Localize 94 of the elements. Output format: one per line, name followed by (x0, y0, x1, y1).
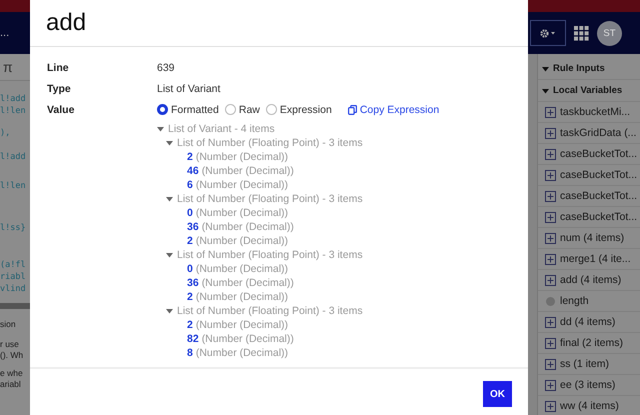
section-header[interactable]: Local Variables (538, 80, 640, 102)
expand-plus-icon (545, 316, 556, 328)
tree-leaf-value: 2 (Number (Decimal)) (187, 291, 288, 303)
variable-item[interactable]: ww (4 items) (538, 396, 640, 415)
tree-leaf-value: 2 (Number (Decimal)) (187, 151, 288, 163)
radio-option[interactable]: Raw (224, 104, 260, 116)
code-line: vlind (0, 283, 27, 295)
variable-item[interactable]: final (2 items) (538, 333, 640, 354)
tree-leaf-value: 46 (Number (Decimal)) (187, 165, 294, 177)
caret-icon[interactable] (166, 140, 173, 146)
variable-item[interactable]: num (4 items) (538, 228, 640, 249)
expand-plus-icon (545, 380, 556, 390)
tree-node-label: List of Number (Floating Point) - 3 items (177, 249, 363, 261)
radio-icon[interactable] (266, 104, 277, 115)
variable-item[interactable]: caseBucketTot... (538, 165, 640, 186)
code-line: l!ss} (0, 222, 27, 234)
ok-button[interactable]: OK (483, 381, 512, 407)
field-label: Value (47, 104, 76, 116)
settings-button[interactable] (530, 20, 566, 46)
variable-item[interactable]: add (4 items) (538, 270, 640, 291)
tree-node-label: List of Number (Floating Point) - 3 items (177, 193, 363, 205)
radio-option[interactable]: Expression (266, 104, 332, 116)
panel-handle[interactable] (528, 54, 538, 415)
code-line: l!len (0, 105, 27, 117)
radio-icon[interactable] (224, 104, 236, 115)
tree-node-label: List of Number (Floating Point) - 3 items (177, 305, 363, 317)
help-text: e whe (0, 368, 24, 379)
tree-leaf-value: 0 (Number (Decimal)) (187, 207, 288, 219)
code-line: riabl (0, 271, 27, 283)
tree-leaf-value: 82 (Number (Decimal)) (187, 333, 294, 345)
expand-plus-icon (545, 106, 556, 118)
app-grid-icon[interactable] (574, 26, 589, 40)
expand-plus-icon (545, 148, 556, 160)
tree-leaf-value: 2 (Number (Decimal)) (187, 319, 288, 331)
help-text: sion (0, 319, 17, 330)
tree-leaf-value: 36 (Number (Decimal)) (187, 277, 294, 289)
expand-plus-icon (545, 128, 556, 138)
expand-plus-icon (545, 338, 556, 348)
copy-expression-link[interactable]: Copy Expression (348, 104, 440, 116)
variable-item[interactable]: taskbucketMi... (538, 102, 640, 123)
caret-icon[interactable] (166, 308, 173, 314)
expand-plus-icon (545, 254, 556, 264)
variable-item[interactable]: caseBucketTot... (538, 186, 640, 207)
help-text: (). Wh (0, 350, 24, 361)
caret-icon[interactable] (166, 252, 173, 258)
tree-leaf-value: 0 (Number (Decimal)) (187, 263, 288, 275)
section-header[interactable]: Rule Inputs (538, 58, 640, 80)
tree-leaf-value: 6 (Number (Decimal)) (187, 179, 288, 191)
code-line: ), (0, 127, 12, 139)
code-line: l!len (0, 180, 27, 192)
field-label: Line (47, 62, 70, 74)
expand-plus-icon (545, 232, 556, 244)
expand-plus-icon (545, 170, 556, 180)
expand-plus-icon (545, 400, 556, 412)
expand-plus-icon (545, 358, 556, 370)
caret-icon[interactable] (166, 196, 173, 202)
variable-item[interactable]: merge1 (4 ite... (538, 249, 640, 270)
expand-plus-icon (545, 212, 556, 222)
copy-icon (348, 104, 357, 114)
scrollbar[interactable] (0, 303, 30, 309)
field-value: 639 (157, 62, 176, 74)
tree-leaf-value: 2 (Number (Decimal)) (187, 235, 288, 247)
dialog-title: add (46, 9, 86, 37)
help-text: r use (0, 339, 20, 350)
pi-symbol-button[interactable]: π (0, 59, 13, 75)
expand-plus-icon (545, 190, 556, 202)
code-line: l!add (0, 93, 27, 105)
variable-item[interactable]: dd (4 items) (538, 312, 640, 333)
variable-item[interactable]: length (538, 291, 640, 312)
caret-icon[interactable] (157, 126, 164, 132)
caret-icon[interactable] (542, 66, 549, 72)
caret-icon[interactable] (542, 88, 549, 94)
variable-item[interactable]: taskGridData (... (538, 123, 640, 144)
field-label: Type (47, 82, 72, 94)
tree-node-label: List of Variant - 4 items (168, 123, 275, 135)
radio-option[interactable]: Formatted (157, 104, 219, 116)
radio-icon[interactable] (157, 104, 168, 115)
settings-icon (540, 28, 556, 38)
field-value: List of Variant (157, 82, 222, 94)
variable-item[interactable]: caseBucketTot... (538, 144, 640, 165)
tree-leaf-value: 8 (Number (Decimal)) (187, 347, 288, 359)
user-avatar[interactable]: ST (597, 20, 622, 46)
variable-item[interactable]: caseBucketTot... (538, 207, 640, 228)
expand-plus-icon (545, 274, 556, 286)
tree-node-label: List of Number (Floating Point) - 3 items (177, 137, 363, 149)
tree-leaf-value: 36 (Number (Decimal)) (187, 221, 294, 233)
code-line: (a!fl (0, 259, 27, 271)
variable-item[interactable]: ee (3 items) (538, 375, 640, 396)
dot-icon (545, 296, 556, 306)
top-bar (0, 0, 30, 12)
help-text: ariabl (0, 379, 22, 390)
variable-item[interactable]: ss (1 item) (538, 354, 640, 375)
breadcrumb-text: ... (0, 27, 10, 39)
code-line: l!add (0, 151, 27, 163)
